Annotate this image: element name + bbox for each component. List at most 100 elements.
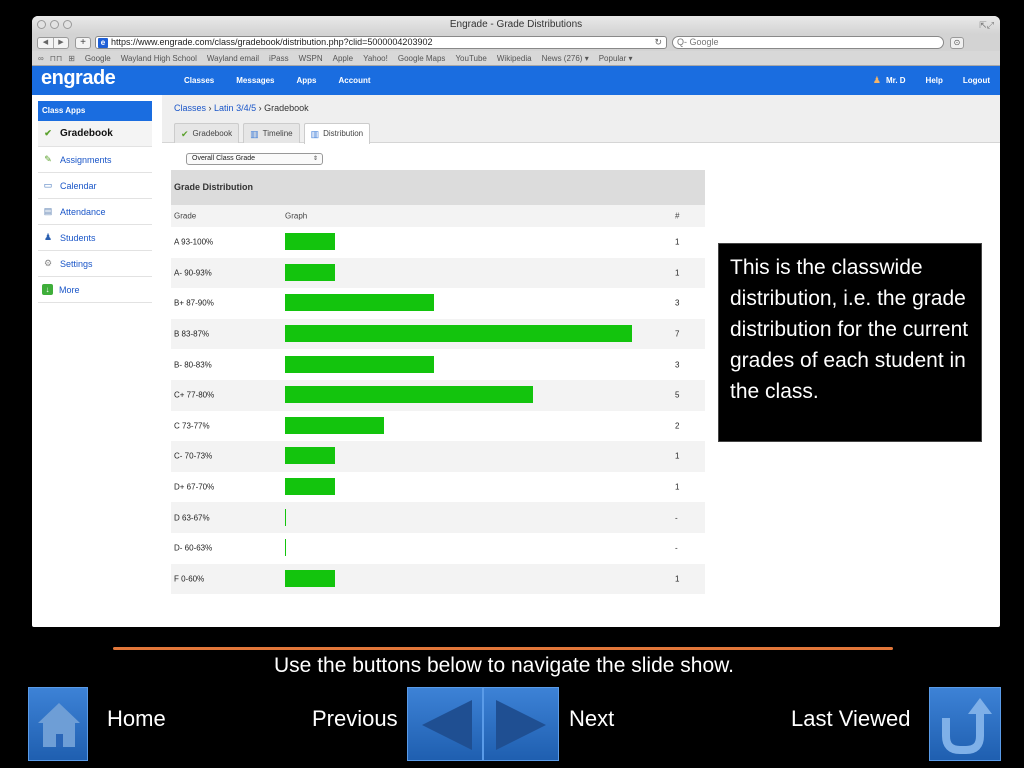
breadcrumb-separator: ›: [208, 103, 212, 113]
previous-label[interactable]: Previous: [312, 706, 398, 732]
grade-view-select[interactable]: Overall Class Grade ⇕: [186, 153, 323, 165]
logout-link[interactable]: Logout: [963, 76, 990, 85]
sidebar-item-label: More: [59, 284, 80, 295]
search-field[interactable]: Q- Google: [672, 36, 944, 49]
sidebar-item-attendance[interactable]: ▤ Attendance: [38, 199, 152, 225]
next-button[interactable]: [483, 687, 559, 761]
nav-account[interactable]: Account: [339, 76, 371, 85]
tab-distribution[interactable]: ▥ Distribution: [303, 123, 371, 144]
tab-timeline[interactable]: ▥ Timeline: [243, 123, 300, 143]
nav-apps[interactable]: Apps: [297, 76, 317, 85]
window-controls: [37, 20, 72, 29]
sidebar-item-students[interactable]: ♟ Students: [38, 225, 152, 251]
grade-count: -: [675, 513, 678, 523]
next-label[interactable]: Next: [569, 706, 614, 732]
breadcrumb: Classes › Latin 3/4/5 › Gradebook: [174, 103, 309, 113]
grade-range-label: A 93-100%: [174, 237, 214, 247]
grade-range-label: A- 90-93%: [174, 268, 212, 278]
bookmark-item[interactable]: Google Maps: [398, 54, 446, 63]
main-nav: Classes Messages Apps Account: [184, 66, 393, 95]
tab-label: Gradebook: [192, 128, 233, 138]
bookmark-item[interactable]: News (276) ▾: [542, 54, 589, 63]
tab-gradebook[interactable]: ✔ Gradebook: [174, 123, 240, 143]
fullscreen-icon[interactable]: ⇱⤢: [979, 16, 994, 34]
sidebar-item-label: Students: [60, 232, 96, 243]
column-header-grade: Grade: [174, 211, 197, 221]
slide-instruction: Use the buttons below to navigate the sl…: [274, 654, 734, 677]
gradebook-subheader: Classes › Latin 3/4/5 › Gradebook ✔ Grad…: [162, 95, 1000, 144]
grade-range-label: C 73-77%: [174, 421, 210, 431]
bookmark-item[interactable]: Yahoo!: [363, 54, 388, 63]
bookmark-item[interactable]: iPass: [269, 54, 289, 63]
grade-count: 2: [675, 421, 680, 431]
grid-icon[interactable]: ⊞: [68, 54, 75, 63]
sidebar-item-settings[interactable]: ⚙ Settings: [38, 251, 152, 277]
table-row: D+ 67-70% 1: [171, 471, 705, 503]
breadcrumb-course[interactable]: Latin 3/4/5: [214, 103, 256, 113]
sidebar-item-label: Gradebook: [60, 128, 113, 139]
return-arrow-icon: [942, 698, 992, 754]
select-value: Overall Class Grade: [192, 155, 256, 162]
previous-button[interactable]: [407, 687, 483, 761]
sidebar-item-gradebook[interactable]: ✔ Gradebook: [38, 121, 152, 147]
sidebar-item-label: Assignments: [60, 154, 112, 165]
reload-icon[interactable]: ↻: [654, 37, 662, 48]
bookmark-item[interactable]: Popular ▾: [599, 54, 633, 63]
table-row: C+ 77-80% 5: [171, 379, 705, 411]
grade-count: 3: [675, 298, 680, 308]
sidebar-item-assignments[interactable]: ✎ Assignments: [38, 147, 152, 173]
sidebar-item-calendar[interactable]: ▭ Calendar: [38, 173, 152, 199]
nav-classes[interactable]: Classes: [184, 76, 214, 85]
reading-glasses-icon[interactable]: ∞: [38, 54, 44, 63]
grade-range-label: B 83-87%: [174, 329, 210, 339]
grade-range-label: F 0-60%: [174, 574, 205, 584]
last-viewed-label[interactable]: Last Viewed: [791, 706, 910, 732]
last-viewed-button[interactable]: [929, 687, 1001, 761]
home-label[interactable]: Home: [107, 706, 166, 732]
grade-count: 5: [675, 390, 680, 400]
back-arrow-icon[interactable]: ◀: [38, 38, 53, 48]
bookmark-item[interactable]: WSPN: [299, 54, 323, 63]
bookmark-item[interactable]: Wayland email: [207, 54, 259, 63]
book-icon[interactable]: ⊓⊓: [50, 54, 62, 63]
sidebar-item-more[interactable]: ↓ More: [38, 277, 152, 303]
engrade-logo[interactable]: engrade: [41, 67, 116, 90]
help-link[interactable]: Help: [926, 76, 943, 85]
grade-range-label: D- 60-63%: [174, 543, 213, 553]
grade-range-label: B- 80-83%: [174, 360, 212, 370]
bookmark-item[interactable]: Google: [85, 54, 111, 63]
site-header: engrade Classes Messages Apps Account ♟ …: [32, 66, 1000, 95]
home-icon: [38, 703, 80, 747]
nav-messages[interactable]: Messages: [236, 76, 274, 85]
user-icon: ♟: [872, 75, 881, 85]
distribution-bar: [285, 233, 335, 251]
bookmark-item[interactable]: YouTube: [455, 54, 486, 63]
bookmark-item[interactable]: Wikipedia: [497, 54, 532, 63]
breadcrumb-classes[interactable]: Classes: [174, 103, 206, 113]
bookmark-item[interactable]: Wayland High School: [121, 54, 197, 63]
forward-arrow-icon[interactable]: ▶: [53, 37, 68, 48]
tab-label: Timeline: [262, 128, 293, 138]
bookmark-item[interactable]: Apple: [333, 54, 353, 63]
grade-range-label: C+ 77-80%: [174, 390, 215, 400]
distribution-bar: [285, 416, 384, 434]
callout-box: This is the classwide distribution, i.e.…: [718, 243, 982, 442]
gear-icon: ⚙: [43, 258, 53, 268]
zoom-window-button[interactable]: [63, 20, 72, 29]
home-button[interactable]: [28, 687, 88, 761]
table-row: D 63-67% -: [171, 502, 705, 533]
distribution-bar: [285, 355, 434, 373]
downloads-icon[interactable]: ⊙: [950, 36, 964, 49]
close-window-button[interactable]: [37, 20, 46, 29]
add-bookmark-button[interactable]: +: [75, 36, 91, 49]
download-icon: ↓: [42, 284, 53, 295]
address-bar[interactable]: e https://www.engrade.com/class/gradeboo…: [95, 36, 667, 49]
checkmark-icon: ✔: [44, 128, 52, 138]
user-name-link[interactable]: Mr. D: [886, 76, 906, 85]
divider-rule: [113, 647, 893, 650]
grade-count: -: [675, 543, 678, 553]
distribution-bar: [285, 263, 335, 281]
checkmark-icon: ✔: [181, 128, 189, 139]
browser-window: Engrade - Grade Distributions ⇱⤢ ◀ ▶ + e…: [32, 16, 1000, 627]
minimize-window-button[interactable]: [50, 20, 59, 29]
